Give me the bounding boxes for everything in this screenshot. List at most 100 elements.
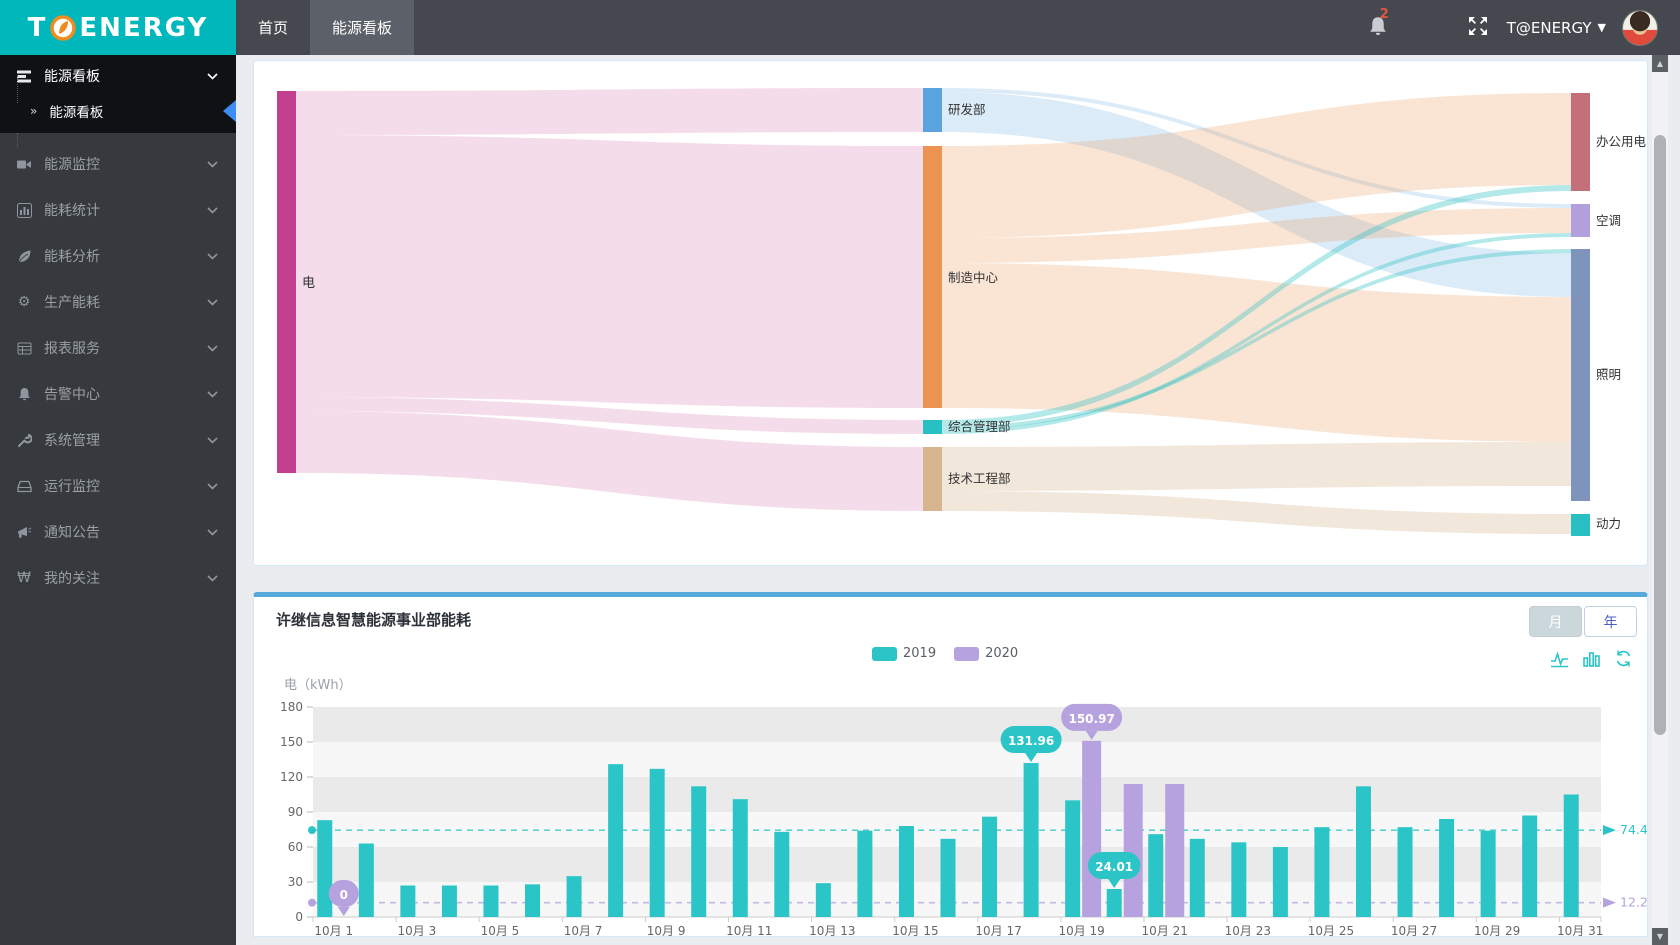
- sankey-node-lighting[interactable]: [1571, 249, 1590, 501]
- bar-2019-day10[interactable]: [691, 786, 707, 917]
- sidebar-item-energy-analysis[interactable]: 能耗分析: [0, 233, 236, 279]
- sankey-node-electricity[interactable]: [277, 91, 296, 473]
- energy-flow-sankey[interactable]: 电 研发部 制造中心 综合管理部 技术工程部 办公用电 空调 照明 动力: [254, 61, 1647, 565]
- bar-2019-day18[interactable]: [1023, 763, 1039, 917]
- bar-2019-day19[interactable]: [1065, 800, 1081, 917]
- sidebar-item-operation-monitoring[interactable]: 运行监控: [0, 463, 236, 509]
- notification-bell[interactable]: 2: [1367, 7, 1389, 41]
- logo-leaf-icon: [49, 14, 77, 42]
- tab-home[interactable]: 首页: [236, 0, 310, 55]
- dashboard-icon: [16, 69, 32, 84]
- user-caret-icon[interactable]: ▼: [1598, 21, 1606, 34]
- sidebar-item-my-follow[interactable]: ₩ 我的关注: [0, 555, 236, 601]
- sidebar-item-energy-statistics[interactable]: 能耗统计: [0, 187, 236, 233]
- won-icon: ₩: [17, 570, 31, 586]
- bar-chart-icon: [16, 202, 32, 218]
- bar-2019-day14[interactable]: [857, 830, 873, 917]
- sidebar-item-energy-monitoring[interactable]: 能源监控: [0, 141, 236, 187]
- report-icon: [16, 341, 32, 356]
- scrollbar-thumb[interactable]: [1654, 135, 1666, 735]
- y-tick-label: 90: [288, 805, 303, 819]
- sankey-node-office-power[interactable]: [1571, 93, 1590, 191]
- sankey-node-tech-engineering[interactable]: [923, 447, 942, 511]
- bar-2019-day4[interactable]: [441, 885, 457, 918]
- bar-2019-day2[interactable]: [358, 843, 374, 918]
- bar-2019-day27[interactable]: [1397, 827, 1413, 917]
- bar-2019-day6[interactable]: [525, 884, 541, 917]
- fullscreen-icon[interactable]: [1467, 15, 1489, 41]
- camera-icon: [16, 157, 32, 172]
- user-avatar[interactable]: [1622, 9, 1658, 46]
- nav-tabs: 首页 能源看板: [236, 0, 415, 55]
- bar-2019-day21[interactable]: [1148, 834, 1164, 917]
- sankey-node-general-admin[interactable]: [923, 420, 942, 434]
- bar-2019-day30[interactable]: [1522, 815, 1538, 918]
- y-tick-label: 0: [295, 910, 303, 924]
- sankey-label: 动力: [1596, 516, 1621, 531]
- bar-2019-day15[interactable]: [898, 826, 914, 917]
- chevron-down-icon: [207, 390, 218, 398]
- tab-energy-dashboard[interactable]: 能源看板: [310, 0, 415, 55]
- bar-2020-day20[interactable]: [1123, 784, 1143, 917]
- sidebar-subitem-energy-dashboard[interactable]: » 能源看板: [0, 75, 236, 133]
- bar-2019-day24[interactable]: [1272, 847, 1288, 917]
- sidebar-item-system-management[interactable]: 系统管理: [0, 417, 236, 463]
- panel-title: 许继信息智慧能源事业部能耗: [276, 611, 472, 629]
- sidebar-item-notice[interactable]: 通知公告: [0, 509, 236, 555]
- scroll-up-arrow[interactable]: ▲: [1652, 55, 1668, 72]
- bar-2019-day17[interactable]: [982, 816, 998, 917]
- bar-2019-day12[interactable]: [774, 831, 790, 917]
- bar-2019-day3[interactable]: [400, 885, 416, 918]
- y-axis-title: 电（kWh）: [284, 678, 352, 693]
- sankey-node-rd-dept[interactable]: [923, 88, 942, 132]
- bar-2019-day22[interactable]: [1189, 838, 1205, 917]
- drive-icon: [16, 479, 32, 494]
- legend-item-2019[interactable]: 2019: [872, 646, 936, 661]
- bar-chart-icon[interactable]: [1582, 649, 1601, 668]
- bar-2020-day21[interactable]: [1165, 784, 1185, 917]
- sidebar-item-production-energy[interactable]: ⚙ 生产能耗: [0, 279, 236, 325]
- bar-2019-day11[interactable]: [732, 799, 748, 917]
- bar-2020-day19[interactable]: [1082, 740, 1102, 917]
- bar-2019-day20[interactable]: [1106, 888, 1122, 917]
- sidebar-item-energy-dashboard[interactable]: 能源看板: [0, 55, 236, 89]
- line-chart-icon[interactable]: [1550, 649, 1569, 668]
- sankey-node-motive-power[interactable]: [1571, 514, 1590, 536]
- x-tick-label: 10月 13: [809, 924, 855, 937]
- bar-2019-day5[interactable]: [483, 885, 499, 918]
- bar-2019-day8[interactable]: [608, 764, 624, 917]
- content-scrollbar: ▲ ▼: [1652, 55, 1668, 945]
- legend-swatch-2019: [872, 646, 897, 661]
- bar-2019-day25[interactable]: [1314, 827, 1330, 917]
- average-line-dot: [308, 898, 316, 907]
- year-button[interactable]: 年: [1584, 606, 1637, 637]
- user-menu[interactable]: T@ENERGY: [1507, 19, 1592, 37]
- sidebar-item-label: 通知公告: [44, 525, 100, 541]
- bar-2019-day1[interactable]: [317, 820, 333, 917]
- y-tick-label: 180: [280, 700, 303, 714]
- period-toggle: 月 年: [1527, 606, 1637, 637]
- sankey-node-hvac[interactable]: [1571, 204, 1590, 237]
- sankey-node-manufacturing-center[interactable]: [923, 146, 942, 408]
- bar-2019-day23[interactable]: [1231, 842, 1247, 917]
- bar-2019-day9[interactable]: [649, 768, 665, 917]
- leaf-icon: [16, 249, 32, 264]
- bar-2019-day31[interactable]: [1563, 794, 1579, 918]
- bar-2019-day16[interactable]: [940, 838, 956, 917]
- bar-2019-day13[interactable]: [815, 883, 831, 917]
- legend-item-2020[interactable]: 2020: [954, 646, 1018, 661]
- scroll-down-arrow[interactable]: ▼: [1652, 928, 1668, 945]
- x-tick-label: 10月 3: [398, 924, 437, 937]
- x-tick-label: 10月 1: [314, 924, 353, 937]
- sankey-label: 技术工程部: [948, 471, 1011, 486]
- month-button[interactable]: 月: [1529, 606, 1582, 637]
- app-logo: T ENERGY: [0, 0, 236, 55]
- bar-2019-day28[interactable]: [1439, 819, 1455, 917]
- y-tick-label: 150: [280, 735, 303, 749]
- bar-2019-day26[interactable]: [1355, 786, 1371, 917]
- bar-2019-day7[interactable]: [566, 876, 582, 917]
- sidebar-item-alarm-center[interactable]: 告警中心: [0, 371, 236, 417]
- sidebar-item-report-service[interactable]: 报表服务: [0, 325, 236, 371]
- refresh-icon[interactable]: [1614, 649, 1633, 668]
- bar-2019-day29[interactable]: [1480, 830, 1496, 917]
